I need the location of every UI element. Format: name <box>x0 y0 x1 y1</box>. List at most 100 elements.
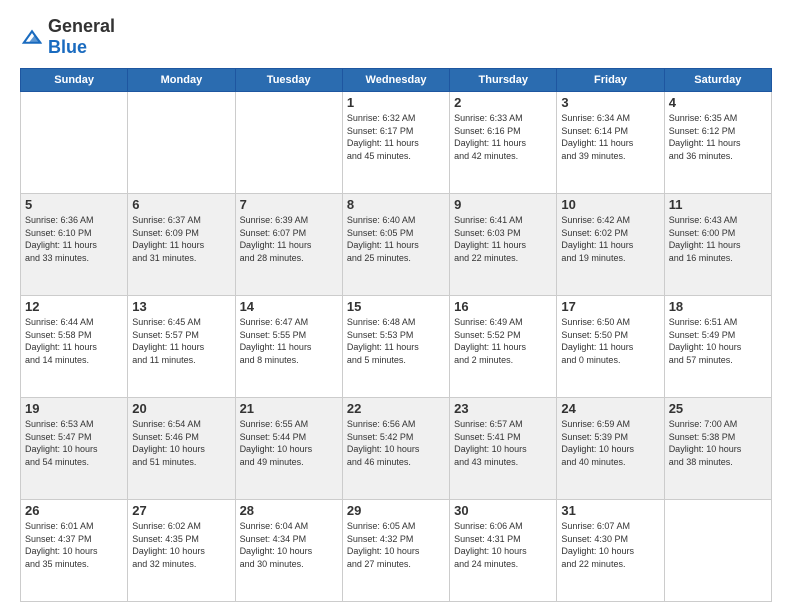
day-number: 20 <box>132 401 230 416</box>
day-number: 19 <box>25 401 123 416</box>
day-cell-17: 17 Sunrise: 6:50 AM Sunset: 5:50 PM Dayli… <box>557 296 664 398</box>
day-cell-13: 13 Sunrise: 6:45 AM Sunset: 5:57 PM Dayli… <box>128 296 235 398</box>
day-number: 29 <box>347 503 445 518</box>
day-info: Sunrise: 6:56 AM Sunset: 5:42 PM Dayligh… <box>347 418 445 468</box>
day-cell-24: 24 Sunrise: 6:59 AM Sunset: 5:39 PM Dayli… <box>557 398 664 500</box>
weekday-header-friday: Friday <box>557 69 664 92</box>
day-number: 18 <box>669 299 767 314</box>
day-number: 28 <box>240 503 338 518</box>
day-cell-20: 20 Sunrise: 6:54 AM Sunset: 5:46 PM Dayli… <box>128 398 235 500</box>
day-cell-11: 11Sunrise: 6:43 AM Sunset: 6:00 PM Dayli… <box>664 194 771 296</box>
day-info: Sunrise: 6:04 AM Sunset: 4:34 PM Dayligh… <box>240 520 338 570</box>
week-row-5: 26 Sunrise: 6:01 AM Sunset: 4:37 PM Dayli… <box>21 500 772 602</box>
logo: General Blue <box>20 16 115 58</box>
day-cell-4: 4 Sunrise: 6:35 AM Sunset: 6:12 PM Daylig… <box>664 92 771 194</box>
day-cell-29: 29 Sunrise: 6:05 AM Sunset: 4:32 PM Dayli… <box>342 500 449 602</box>
day-info: Sunrise: 6:55 AM Sunset: 5:44 PM Dayligh… <box>240 418 338 468</box>
day-number: 1 <box>347 95 445 110</box>
day-cell-26: 26 Sunrise: 6:01 AM Sunset: 4:37 PM Dayli… <box>21 500 128 602</box>
day-number: 12 <box>25 299 123 314</box>
day-cell-30: 30Sunrise: 6:06 AM Sunset: 4:31 PM Dayli… <box>450 500 557 602</box>
day-number: 10 <box>561 197 659 212</box>
week-row-2: 5Sunrise: 6:36 AM Sunset: 6:10 PM Daylig… <box>21 194 772 296</box>
day-number: 3 <box>561 95 659 110</box>
day-cell-16: 16 Sunrise: 6:49 AM Sunset: 5:52 PM Dayli… <box>450 296 557 398</box>
day-cell-3: 3 Sunrise: 6:34 AM Sunset: 6:14 PM Daylig… <box>557 92 664 194</box>
day-cell-23: 23 Sunrise: 6:57 AM Sunset: 5:41 PM Dayli… <box>450 398 557 500</box>
day-cell-14: 14Sunrise: 6:47 AM Sunset: 5:55 PM Dayli… <box>235 296 342 398</box>
day-cell-15: 15 Sunrise: 6:48 AM Sunset: 5:53 PM Dayli… <box>342 296 449 398</box>
week-row-4: 19 Sunrise: 6:53 AM Sunset: 5:47 PM Dayli… <box>21 398 772 500</box>
day-cell-10: 10 Sunrise: 6:42 AM Sunset: 6:02 PM Dayli… <box>557 194 664 296</box>
day-cell-22: 22 Sunrise: 6:56 AM Sunset: 5:42 PM Dayli… <box>342 398 449 500</box>
day-cell-9: 9Sunrise: 6:41 AM Sunset: 6:03 PM Daylig… <box>450 194 557 296</box>
day-number: 8 <box>347 197 445 212</box>
day-info: Sunrise: 6:07 AM Sunset: 4:30 PM Dayligh… <box>561 520 659 570</box>
empty-cell <box>128 92 235 194</box>
day-number: 11 <box>669 197 767 212</box>
day-info: Sunrise: 6:05 AM Sunset: 4:32 PM Dayligh… <box>347 520 445 570</box>
day-info: Sunrise: 6:01 AM Sunset: 4:37 PM Dayligh… <box>25 520 123 570</box>
weekday-header-thursday: Thursday <box>450 69 557 92</box>
day-info: Sunrise: 6:57 AM Sunset: 5:41 PM Dayligh… <box>454 418 552 468</box>
day-number: 4 <box>669 95 767 110</box>
week-row-1: 1 Sunrise: 6:32 AM Sunset: 6:17 PM Daylig… <box>21 92 772 194</box>
day-info: Sunrise: 6:45 AM Sunset: 5:57 PM Dayligh… <box>132 316 230 366</box>
day-info: Sunrise: 6:41 AM Sunset: 6:03 PM Dayligh… <box>454 214 552 264</box>
empty-cell <box>664 500 771 602</box>
day-info: Sunrise: 6:54 AM Sunset: 5:46 PM Dayligh… <box>132 418 230 468</box>
day-number: 13 <box>132 299 230 314</box>
day-info: Sunrise: 6:59 AM Sunset: 5:39 PM Dayligh… <box>561 418 659 468</box>
empty-cell <box>21 92 128 194</box>
day-number: 22 <box>347 401 445 416</box>
day-number: 15 <box>347 299 445 314</box>
day-cell-12: 12 Sunrise: 6:44 AM Sunset: 5:58 PM Dayli… <box>21 296 128 398</box>
day-cell-8: 8Sunrise: 6:40 AM Sunset: 6:05 PM Daylig… <box>342 194 449 296</box>
weekday-header-monday: Monday <box>128 69 235 92</box>
day-info: Sunrise: 6:42 AM Sunset: 6:02 PM Dayligh… <box>561 214 659 264</box>
day-info: Sunrise: 6:06 AM Sunset: 4:31 PM Dayligh… <box>454 520 552 570</box>
day-info: Sunrise: 6:53 AM Sunset: 5:47 PM Dayligh… <box>25 418 123 468</box>
day-info: Sunrise: 6:47 AM Sunset: 5:55 PM Dayligh… <box>240 316 338 366</box>
day-number: 26 <box>25 503 123 518</box>
day-cell-1: 1 Sunrise: 6:32 AM Sunset: 6:17 PM Daylig… <box>342 92 449 194</box>
page: General Blue SundayMondayTuesdayWednesda… <box>0 0 792 612</box>
day-cell-21: 21 Sunrise: 6:55 AM Sunset: 5:44 PM Dayli… <box>235 398 342 500</box>
day-cell-31: 31Sunrise: 6:07 AM Sunset: 4:30 PM Dayli… <box>557 500 664 602</box>
day-cell-28: 28 Sunrise: 6:04 AM Sunset: 4:34 PM Dayli… <box>235 500 342 602</box>
day-info: Sunrise: 6:35 AM Sunset: 6:12 PM Dayligh… <box>669 112 767 162</box>
logo-general: General <box>48 16 115 36</box>
day-info: Sunrise: 6:50 AM Sunset: 5:50 PM Dayligh… <box>561 316 659 366</box>
weekday-header-sunday: Sunday <box>21 69 128 92</box>
day-info: Sunrise: 6:32 AM Sunset: 6:17 PM Dayligh… <box>347 112 445 162</box>
logo-icon <box>20 28 44 46</box>
day-info: Sunrise: 6:37 AM Sunset: 6:09 PM Dayligh… <box>132 214 230 264</box>
day-number: 27 <box>132 503 230 518</box>
day-number: 6 <box>132 197 230 212</box>
empty-cell <box>235 92 342 194</box>
weekday-header-wednesday: Wednesday <box>342 69 449 92</box>
calendar-table: SundayMondayTuesdayWednesdayThursdayFrid… <box>20 68 772 602</box>
weekday-header-tuesday: Tuesday <box>235 69 342 92</box>
day-number: 21 <box>240 401 338 416</box>
day-number: 24 <box>561 401 659 416</box>
logo-blue: Blue <box>48 37 87 57</box>
day-info: Sunrise: 6:48 AM Sunset: 5:53 PM Dayligh… <box>347 316 445 366</box>
day-info: Sunrise: 6:02 AM Sunset: 4:35 PM Dayligh… <box>132 520 230 570</box>
day-number: 23 <box>454 401 552 416</box>
weekday-header-saturday: Saturday <box>664 69 771 92</box>
day-info: Sunrise: 6:49 AM Sunset: 5:52 PM Dayligh… <box>454 316 552 366</box>
day-info: Sunrise: 6:44 AM Sunset: 5:58 PM Dayligh… <box>25 316 123 366</box>
day-number: 7 <box>240 197 338 212</box>
day-cell-6: 6 Sunrise: 6:37 AM Sunset: 6:09 PM Daylig… <box>128 194 235 296</box>
day-number: 16 <box>454 299 552 314</box>
day-cell-18: 18 Sunrise: 6:51 AM Sunset: 5:49 PM Dayli… <box>664 296 771 398</box>
day-info: Sunrise: 6:34 AM Sunset: 6:14 PM Dayligh… <box>561 112 659 162</box>
day-info: Sunrise: 6:51 AM Sunset: 5:49 PM Dayligh… <box>669 316 767 366</box>
day-info: Sunrise: 6:33 AM Sunset: 6:16 PM Dayligh… <box>454 112 552 162</box>
day-cell-5: 5Sunrise: 6:36 AM Sunset: 6:10 PM Daylig… <box>21 194 128 296</box>
day-number: 17 <box>561 299 659 314</box>
day-cell-27: 27 Sunrise: 6:02 AM Sunset: 4:35 PM Dayli… <box>128 500 235 602</box>
header: General Blue <box>20 16 772 58</box>
weekday-header-row: SundayMondayTuesdayWednesdayThursdayFrid… <box>21 69 772 92</box>
